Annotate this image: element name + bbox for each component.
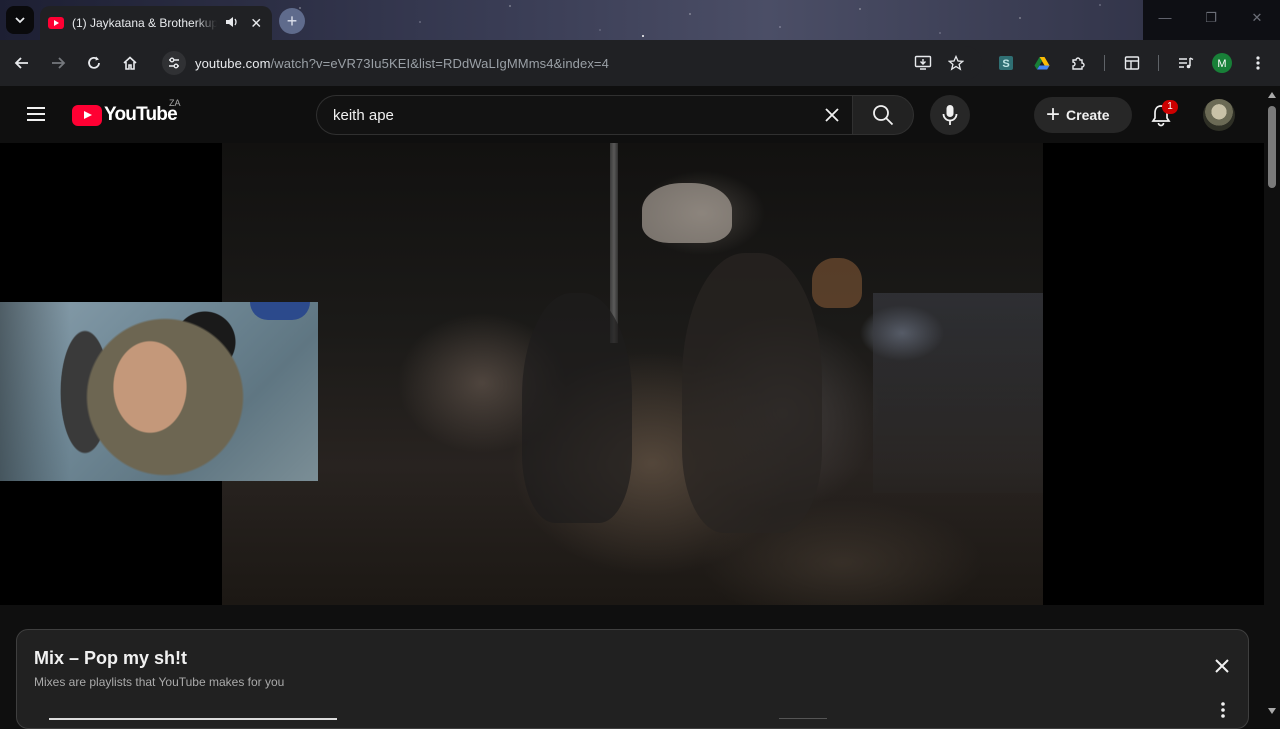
svg-text:S: S: [1002, 58, 1009, 70]
browser-tab-strip: (1) Jaykatana & Brotherkups ✕ + — ❐ ✕: [0, 0, 1280, 40]
video-frame[interactable]: [222, 143, 1043, 605]
page-scrollbar[interactable]: [1264, 86, 1280, 720]
extensions-puzzle-icon[interactable]: [1068, 53, 1088, 73]
video-scene-figure: [682, 253, 822, 533]
profile-initial: M: [1217, 58, 1226, 70]
playlist-item-divider: [779, 718, 827, 719]
create-button[interactable]: + Create: [1034, 97, 1132, 133]
google-drive-icon[interactable]: [1032, 53, 1052, 73]
clear-search-icon[interactable]: [812, 95, 852, 135]
mix-title[interactable]: Mix – Pop my sh!t: [34, 648, 187, 669]
hamburger-menu-icon[interactable]: [24, 102, 48, 126]
side-panel-icon[interactable]: [1122, 53, 1142, 73]
search-button[interactable]: [852, 95, 914, 135]
new-tab-button[interactable]: +: [279, 8, 305, 34]
install-app-icon[interactable]: [913, 53, 933, 73]
more-options-icon[interactable]: [1217, 700, 1229, 720]
video-scene-figure: [812, 258, 862, 308]
url-text: youtube.com/watch?v=eVR73Iu5KEI&list=RDd…: [195, 56, 609, 71]
microphone-icon: [942, 105, 958, 125]
scroll-down-arrow-icon[interactable]: [1268, 708, 1276, 714]
window-close-button[interactable]: ✕: [1247, 10, 1267, 30]
toolbar-separator: [1104, 55, 1105, 71]
reload-icon[interactable]: [82, 51, 106, 75]
extension-s-icon[interactable]: S: [996, 53, 1016, 73]
video-scene-figure: [522, 293, 632, 523]
browser-toolbar: youtube.com/watch?v=eVR73Iu5KEI&list=RDd…: [0, 40, 1280, 86]
chevron-down-icon: [15, 17, 25, 24]
back-arrow-icon[interactable]: [10, 51, 34, 75]
site-info-icon[interactable]: [162, 51, 186, 75]
home-icon[interactable]: [118, 51, 142, 75]
webcam-wall-decoration: [250, 302, 310, 320]
youtube-logo[interactable]: YouTube ZA: [72, 98, 181, 126]
tab-close-icon[interactable]: ✕: [248, 15, 264, 32]
country-code: ZA: [169, 98, 181, 108]
notification-count-badge: 1: [1162, 100, 1178, 114]
mix-subtitle: Mixes are playlists that YouTube makes f…: [34, 675, 285, 689]
video-player[interactable]: [0, 143, 1264, 605]
forward-arrow-icon[interactable]: [46, 51, 70, 75]
bookmark-star-icon[interactable]: [946, 53, 966, 73]
voice-search-button[interactable]: [930, 95, 970, 135]
browser-menu-icon[interactable]: [1248, 53, 1268, 73]
restore-button[interactable]: ❐: [1201, 10, 1221, 30]
search-icon: [873, 105, 894, 126]
minimize-button[interactable]: —: [1155, 10, 1175, 30]
tab-search-button[interactable]: [6, 6, 34, 34]
browser-tab-active[interactable]: (1) Jaykatana & Brotherkups ✕: [40, 6, 272, 40]
mix-playlist-panel: Mix – Pop my sh!t Mixes are playlists th…: [16, 629, 1249, 729]
scroll-up-arrow-icon[interactable]: [1268, 92, 1276, 98]
url-host: youtube.com: [195, 55, 271, 71]
plus-icon: +: [1046, 101, 1061, 128]
youtube-favicon-icon: [48, 17, 64, 29]
youtube-header: YouTube ZA keith ape + Create 1: [0, 86, 1264, 143]
media-control-icon[interactable]: [1176, 53, 1196, 73]
url-path: /watch?v=eVR73Iu5KEI&list=RDdWaLIgMMms4&…: [270, 55, 609, 71]
profile-avatar[interactable]: M: [1212, 53, 1232, 73]
user-avatar[interactable]: [1203, 99, 1235, 131]
toolbar-separator: [1158, 55, 1159, 71]
close-playlist-icon[interactable]: [1212, 656, 1232, 676]
webcam-shadow: [0, 302, 70, 481]
picture-in-picture-webcam: [0, 302, 318, 481]
youtube-play-logo-icon: [72, 104, 102, 126]
search-input-container[interactable]: keith ape: [316, 95, 852, 135]
address-bar[interactable]: youtube.com/watch?v=eVR73Iu5KEI&list=RDd…: [160, 46, 982, 80]
create-label: Create: [1066, 107, 1110, 123]
video-scene-figure: [642, 183, 732, 243]
tab-title: (1) Jaykatana & Brotherkups: [72, 16, 217, 30]
video-scene-wall: [873, 293, 1043, 493]
scrollbar-thumb[interactable]: [1268, 106, 1276, 188]
search-input[interactable]: keith ape: [333, 107, 812, 124]
speaker-icon[interactable]: [225, 16, 241, 31]
logo-wordmark: YouTube: [104, 104, 178, 125]
